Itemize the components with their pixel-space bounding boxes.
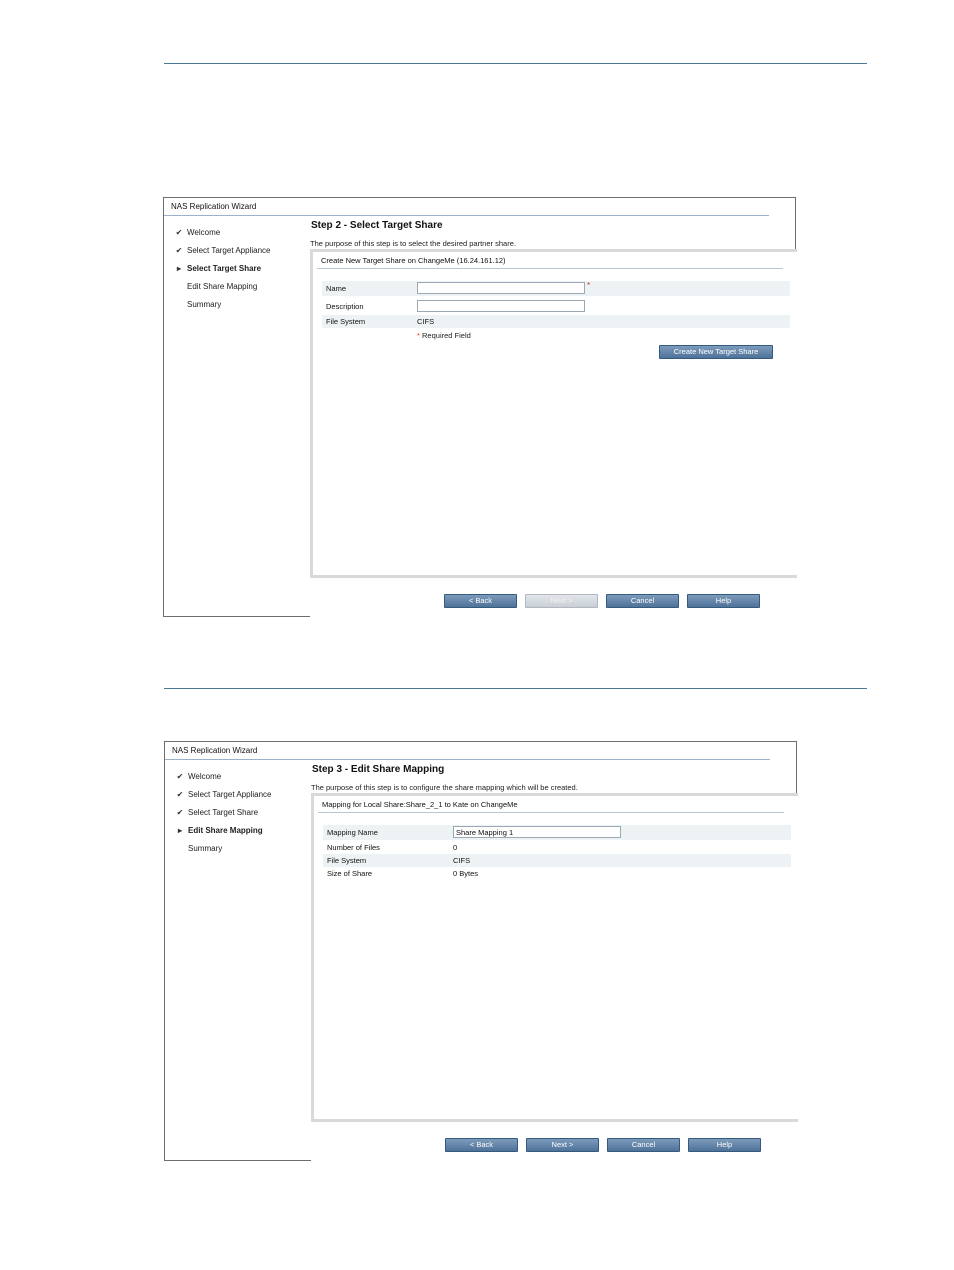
step-description: The purpose of this step is to select th… [310, 239, 516, 248]
nav-item-select-target-appliance[interactable]: ✔ Select Target Appliance [173, 242, 303, 260]
nav-item-edit-share-mapping[interactable]: Edit Share Mapping [173, 278, 303, 296]
next-button[interactable]: Next > [526, 1138, 599, 1152]
filesystem-row: File System CIFS [323, 854, 791, 867]
nas-replication-wizard-step3: NAS Replication Wizard ✔ Welcome ✔ Selec… [164, 741, 798, 1161]
size-label: Size of Share [327, 869, 373, 878]
wizard-step-nav: ✔ Welcome ✔ Select Target Appliance ✔ Se… [174, 768, 304, 858]
create-new-target-share-button[interactable]: Create New Target Share [659, 345, 773, 359]
filesystem-label: File System [326, 317, 366, 326]
files-value: 0 [453, 843, 458, 852]
mapping-name-row: Mapping Name [323, 825, 791, 840]
back-button[interactable]: < Back [445, 1138, 518, 1152]
wizard-button-bar: < Back Next > Cancel Help [310, 578, 797, 617]
size-of-share-row: Size of Share 0 Bytes [323, 867, 791, 880]
nav-item-label: Select Target Appliance [188, 790, 272, 799]
required-field-note: * Required Field [417, 331, 471, 340]
back-button[interactable]: < Back [444, 594, 517, 608]
nav-item-label: Summary [187, 300, 222, 309]
nav-item-label: Welcome [187, 228, 221, 237]
nas-replication-wizard-step2: NAS Replication Wizard ✔ Welcome ✔ Selec… [163, 197, 797, 617]
step-title: Step 2 - Select Target Share [311, 220, 443, 231]
wizard-title: NAS Replication Wizard [164, 198, 769, 216]
nav-item-label: Edit Share Mapping [187, 282, 258, 291]
section-divider [164, 63, 867, 64]
nav-item-welcome[interactable]: ✔ Welcome [174, 768, 304, 786]
step-description: The purpose of this step is to configure… [311, 783, 578, 792]
name-row: Name * [322, 281, 790, 296]
nav-item-label: Summary [188, 844, 223, 853]
help-button[interactable]: Help [687, 594, 760, 608]
nav-item-label: Welcome [188, 772, 222, 781]
files-label: Number of Files [327, 843, 380, 852]
nav-item-select-target-share[interactable]: ✔ Select Target Share [174, 804, 304, 822]
step-title: Step 3 - Edit Share Mapping [312, 764, 445, 775]
nav-item-edit-share-mapping[interactable]: ▸ Edit Share Mapping [174, 822, 304, 840]
required-star: * [587, 281, 591, 290]
filesystem-value: CIFS [453, 856, 471, 865]
nav-item-label: Select Target Share [187, 264, 262, 273]
wizard-step-nav: ✔ Welcome ✔ Select Target Appliance ▸ Se… [173, 224, 303, 314]
check-icon: ✔ [175, 246, 183, 255]
check-icon: ✔ [176, 790, 184, 799]
size-value: 0 Bytes [453, 869, 479, 878]
check-icon: ✔ [175, 228, 183, 237]
nav-item-label: Select Target Appliance [187, 246, 271, 255]
description-input[interactable] [417, 300, 585, 312]
wizard-title: NAS Replication Wizard [165, 742, 770, 760]
target-share-panel: Create New Target Share on ChangeMe (16.… [310, 249, 797, 578]
panel-title: Create New Target Share on ChangeMe (16.… [317, 254, 783, 269]
check-icon: ✔ [176, 808, 184, 817]
nav-item-select-target-appliance[interactable]: ✔ Select Target Appliance [174, 786, 304, 804]
name-input[interactable] [417, 282, 585, 294]
name-label: Name [326, 284, 347, 293]
nav-item-label: Edit Share Mapping [188, 826, 263, 835]
required-star: * [417, 331, 420, 340]
required-field-text: Required Field [422, 331, 471, 340]
filesystem-row: File System CIFS [322, 315, 790, 328]
mapping-name-input[interactable] [453, 826, 621, 838]
filesystem-value: CIFS [417, 317, 435, 326]
nav-item-welcome[interactable]: ✔ Welcome [173, 224, 303, 242]
nav-item-summary[interactable]: Summary [173, 296, 303, 314]
cancel-button[interactable]: Cancel [607, 1138, 680, 1152]
next-button[interactable]: Next > [525, 594, 598, 608]
section-divider [164, 688, 867, 689]
cancel-button[interactable]: Cancel [606, 594, 679, 608]
number-of-files-row: Number of Files 0 [323, 841, 791, 854]
description-label: Description [326, 302, 364, 311]
mapping-name-label: Mapping Name [327, 828, 378, 837]
help-button[interactable]: Help [688, 1138, 761, 1152]
panel-title: Mapping for Local Share:Share_2_1 to Kat… [318, 798, 784, 813]
current-step-arrow-icon: ▸ [177, 826, 182, 835]
wizard-button-bar: < Back Next > Cancel Help [311, 1122, 798, 1161]
description-row: Description [322, 299, 790, 314]
filesystem-label: File System [327, 856, 367, 865]
nav-item-summary[interactable]: Summary [174, 840, 304, 858]
check-icon: ✔ [176, 772, 184, 781]
nav-item-label: Select Target Share [188, 808, 259, 817]
nav-item-select-target-share[interactable]: ▸ Select Target Share [173, 260, 303, 278]
share-mapping-panel: Mapping for Local Share:Share_2_1 to Kat… [311, 793, 798, 1122]
current-step-arrow-icon: ▸ [176, 264, 181, 273]
